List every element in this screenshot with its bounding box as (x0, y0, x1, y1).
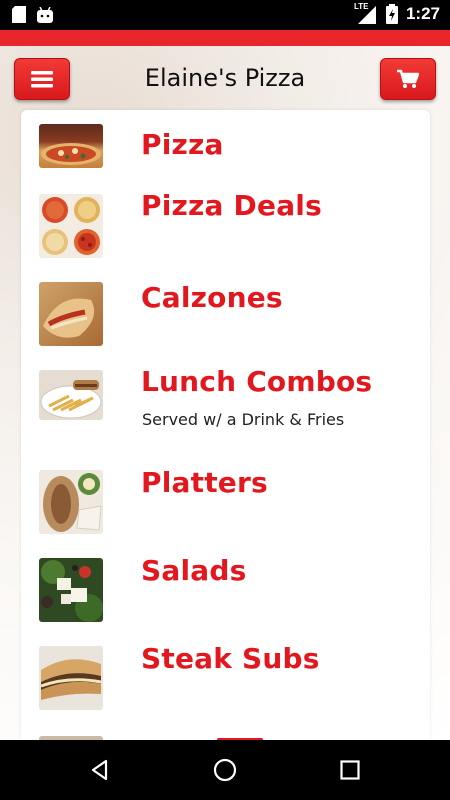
menu-item-lunch-combos[interactable]: Lunch Combos Served w/ a Drink & Fries (21, 365, 430, 456)
menu-item-title: Platters (141, 466, 268, 499)
navigation-bar (0, 740, 450, 800)
back-icon (91, 759, 108, 781)
salads-thumbnail (39, 558, 103, 622)
recents-button[interactable] (334, 754, 366, 786)
menu-item-title: Pizza Deals (141, 189, 322, 222)
menu-item-title: Salads (141, 554, 247, 587)
menu-item-title: Pizza (141, 128, 224, 161)
calzones-thumbnail (39, 282, 103, 346)
menu-item-title: Calzones (141, 281, 283, 314)
menu-item-title: Steak Subs (141, 642, 320, 675)
menu-item-calzones[interactable]: Calzones (21, 278, 430, 348)
clock: 1:27 (405, 4, 440, 23)
menu-item-subtitle: Served w/ a Drink & Fries (142, 410, 345, 429)
pizza-thumbnail (39, 124, 103, 168)
menu-item-title: Lunch Combos (141, 365, 373, 398)
home-icon (213, 758, 237, 782)
menu-item-pizza[interactable]: Pizza (21, 120, 430, 180)
home-button[interactable] (209, 754, 241, 786)
lunch-combos-thumbnail (39, 370, 103, 420)
pizza-deals-thumbnail (39, 194, 103, 258)
steak-subs-thumbnail (39, 646, 103, 710)
back-button[interactable] (84, 754, 116, 786)
sd-card-icon (12, 6, 26, 23)
cart-button[interactable] (380, 58, 436, 100)
status-bar: LTE 1:27 (0, 0, 450, 30)
menu-item-platters[interactable]: Platters (21, 466, 430, 538)
menu-item-steak-subs[interactable]: Steak Subs (21, 642, 430, 716)
recents-icon (340, 760, 360, 780)
menu-item-pizza-deals[interactable]: Pizza Deals (21, 189, 430, 260)
app-header: Elaine's Pizza (0, 46, 450, 110)
brand-strip (0, 30, 450, 46)
battery-icon (385, 4, 398, 24)
menu-list: Pizza Pizza Deals Calzones Lunch Combos … (21, 110, 430, 740)
shopping-cart-icon (397, 69, 419, 88)
android-icon (37, 6, 53, 23)
signal-icon (357, 6, 376, 24)
platters-thumbnail (39, 470, 103, 534)
menu-item-salads[interactable]: Salads (21, 554, 430, 626)
